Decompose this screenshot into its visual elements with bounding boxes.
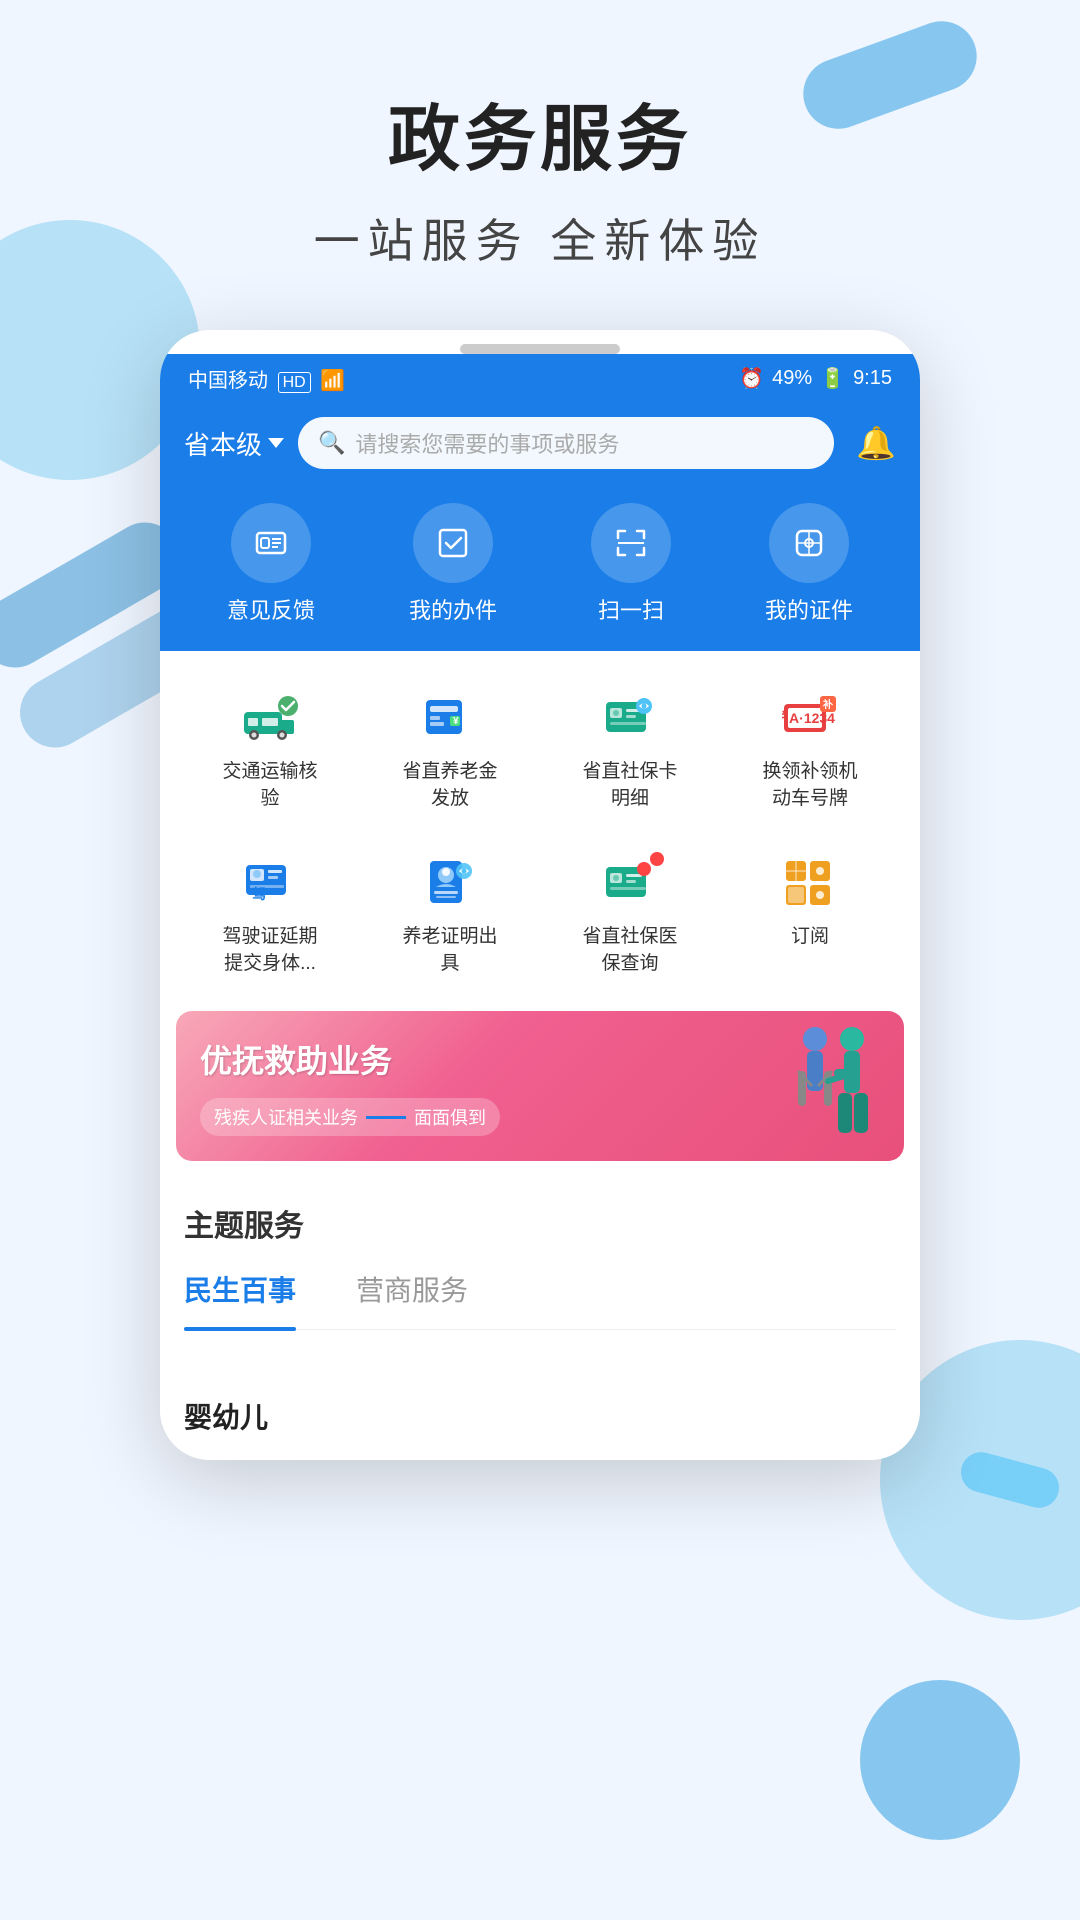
battery-icon: 🔋 — [820, 366, 845, 391]
banner-title: 优抚救助业务 — [200, 1036, 780, 1082]
transport-icon — [234, 685, 306, 749]
svg-text:¥: ¥ — [453, 716, 459, 727]
tasks-icon-wrap — [413, 503, 493, 583]
app-header: 省本级 🔍 请搜索您需要的事项或服务 🔔 — [160, 401, 920, 493]
plate-icon: 沪A·1234 补 — [774, 685, 846, 749]
page-title: 政务服务 — [0, 80, 1080, 185]
pension-cert-label: 养老证明出具 — [402, 924, 497, 977]
quick-actions-bar: 意见反馈 我的办件 扫一扫 — [160, 493, 920, 651]
theme-tabs: 民生百事 营商服务 — [184, 1269, 896, 1330]
location-selector[interactable]: 省本级 — [184, 425, 284, 462]
tab-livelihood[interactable]: 民生百事 — [184, 1269, 296, 1313]
quick-action-tasks[interactable]: 我的办件 — [409, 503, 497, 625]
carrier-info: 中国移动 HD 📶 — [188, 364, 345, 393]
quick-action-id[interactable]: 我的证件 — [765, 503, 853, 625]
subscribe-label: 订阅 — [791, 924, 829, 951]
driving-label: 驾驶证延期提交身体... — [222, 924, 317, 977]
sub-category-section: 婴幼儿 — [160, 1372, 920, 1460]
theme-services-section: 主题服务 民生百事 营商服务 — [160, 1177, 920, 1370]
phone-notch — [460, 344, 620, 354]
hd-badge: HD — [278, 372, 311, 393]
feedback-label: 意见反馈 — [227, 593, 315, 625]
page-header: 政务服务 一站服务 全新体验 — [0, 0, 1080, 311]
scan-icon-wrap — [591, 503, 671, 583]
carrier-name: 中国移动 — [188, 370, 268, 392]
medical-icon — [594, 850, 666, 914]
page-subtitle: 一站服务 全新体验 — [0, 205, 1080, 271]
notification-bell-icon[interactable]: 🔔 — [856, 424, 896, 462]
pension-cert-icon — [414, 850, 486, 914]
search-bar[interactable]: 🔍 请搜索您需要的事项或服务 — [298, 417, 834, 469]
quick-action-scan[interactable]: 扫一扫 — [591, 503, 671, 625]
scan-label: 扫一扫 — [598, 593, 664, 625]
status-bar: 中国移动 HD 📶 ⏰ 49% 🔋 9:15 — [160, 354, 920, 401]
service-transport[interactable]: 交通运输核验 — [180, 671, 360, 826]
banner-figures — [780, 1021, 880, 1151]
location-label: 省本级 — [184, 425, 262, 462]
banner-underline-decoration — [366, 1116, 406, 1119]
search-placeholder-text: 请搜索您需要的事项或服务 — [355, 427, 619, 459]
transport-label: 交通运输核验 — [222, 759, 317, 812]
battery-level: 49% — [772, 367, 812, 390]
status-right: ⏰ 49% 🔋 9:15 — [739, 366, 892, 391]
pension-payment-icon: ¥ — [414, 685, 486, 749]
theme-section-title: 主题服务 — [184, 1201, 896, 1245]
subscribe-icon — [774, 850, 846, 914]
banner-subtitle-suffix: 面面俱到 — [414, 1104, 486, 1130]
banner-text: 优抚救助业务 残疾人证相关业务 面面俱到 — [200, 1036, 780, 1136]
banner-subtitle: 残疾人证相关业务 面面俱到 — [200, 1098, 500, 1136]
service-subscribe[interactable]: 订阅 — [720, 836, 900, 991]
svg-text:沪A·1234: 沪A·1234 — [782, 710, 835, 726]
time-display: 9:15 — [853, 367, 892, 390]
medical-label: 省直社保医保查询 — [582, 924, 677, 977]
tab-business[interactable]: 营商服务 — [356, 1269, 468, 1313]
quick-action-feedback[interactable]: 意见反馈 — [227, 503, 315, 625]
plate-label: 换领补领机动车号牌 — [762, 759, 857, 812]
service-medical[interactable]: 省直社保医保查询 — [540, 836, 720, 991]
service-driving[interactable]: 驾 驾驶证延期提交身体... — [180, 836, 360, 991]
service-plate[interactable]: 沪A·1234 补 换领补领机动车号牌 — [720, 671, 900, 826]
promo-banner[interactable]: 优抚救助业务 残疾人证相关业务 面面俱到 — [176, 1011, 904, 1161]
services-section: 交通运输核验 ¥ 省直养老金发放 — [160, 651, 920, 1001]
sub-category-title: 婴幼儿 — [184, 1396, 896, 1436]
feedback-icon-wrap — [231, 503, 311, 583]
social-card-label: 省直社保卡明细 — [582, 759, 677, 812]
service-pension-payment[interactable]: ¥ 省直养老金发放 — [360, 671, 540, 826]
dropdown-arrow-icon — [268, 438, 284, 448]
service-pension-cert[interactable]: 养老证明出具 — [360, 836, 540, 991]
medical-badge — [650, 852, 664, 866]
banner-subtitle-text: 残疾人证相关业务 — [214, 1104, 358, 1130]
svg-text:补: 补 — [822, 698, 833, 711]
id-label: 我的证件 — [765, 593, 853, 625]
phone-mockup: 中国移动 HD 📶 ⏰ 49% 🔋 9:15 省本级 🔍 请搜索您需要的事项或服… — [160, 330, 920, 1460]
social-card-icon — [594, 685, 666, 749]
svg-text:驾: 驾 — [251, 886, 266, 902]
clock-icon: ⏰ — [739, 366, 764, 391]
driving-icon: 驾 — [234, 850, 306, 914]
services-grid: 交通运输核验 ¥ 省直养老金发放 — [180, 671, 900, 991]
pension-payment-label: 省直养老金发放 — [402, 759, 497, 812]
search-icon: 🔍 — [318, 430, 345, 456]
bg-decoration-6 — [860, 1680, 1020, 1840]
id-icon-wrap — [769, 503, 849, 583]
signal-strength: 📶 — [320, 370, 345, 392]
service-social-card[interactable]: 省直社保卡明细 — [540, 671, 720, 826]
tasks-label: 我的办件 — [409, 593, 497, 625]
